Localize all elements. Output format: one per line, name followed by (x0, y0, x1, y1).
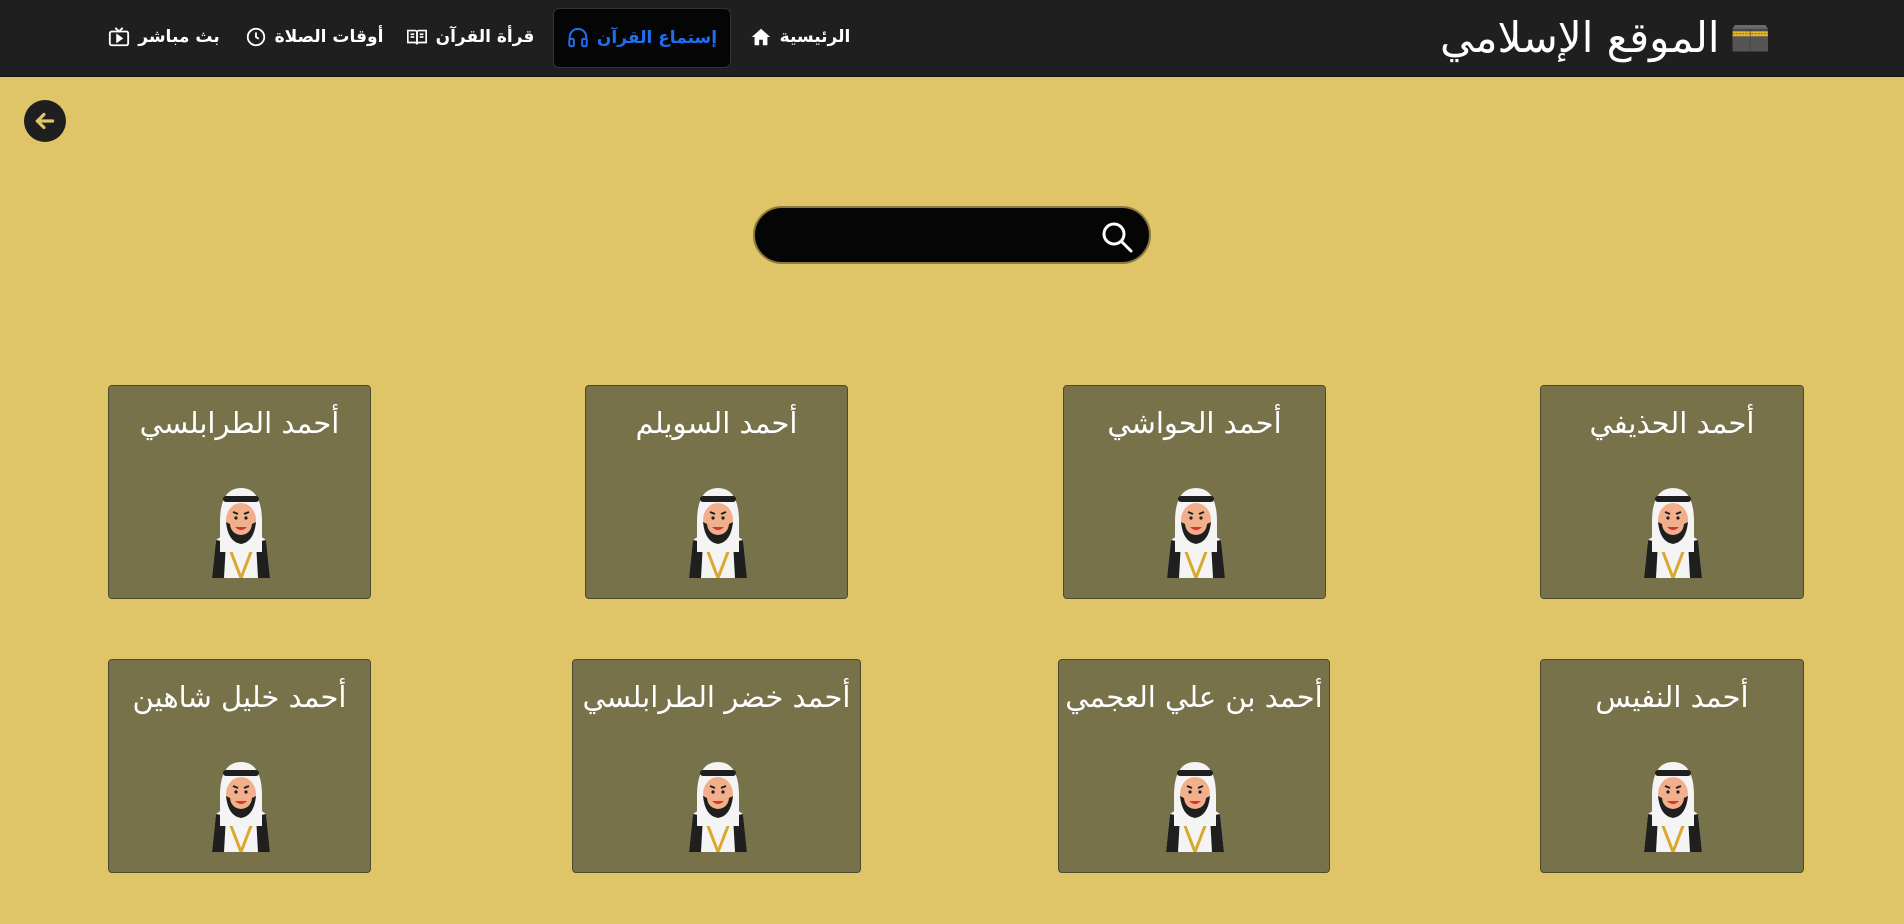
kaaba-icon (1732, 25, 1768, 52)
reciter-avatar (1160, 756, 1230, 857)
nav-live-stream[interactable]: بث مباشر (104, 8, 224, 66)
nav-prayer-times-label: أوقات الصلاة (274, 27, 384, 47)
back-button[interactable] (24, 100, 66, 142)
headphones-icon (568, 27, 588, 48)
clock-icon (246, 27, 265, 47)
reciter-card[interactable]: أحمد السويلم (585, 385, 848, 599)
reciter-avatar (683, 756, 753, 857)
site-brand[interactable]: الموقع الإسلامي (1440, 6, 1770, 68)
reciter-name: أحمد الحواشي (1107, 406, 1282, 440)
search-bar (753, 206, 1151, 264)
reciter-card[interactable]: أحمد الطرابلسي (108, 385, 371, 599)
reciter-avatar (1638, 482, 1708, 583)
reciter-name: أحمد خضر الطرابلسي (582, 680, 851, 714)
reciter-name: أحمد الحذيفي (1589, 406, 1755, 440)
reciter-card[interactable]: أحمد الحذيفي (1540, 385, 1804, 599)
nav-home-label: الرئيسية (779, 27, 851, 47)
top-navbar: الموقع الإسلامي الرئيسية إستماع القرآن ق… (0, 0, 1904, 77)
nav-home[interactable]: الرئيسية (740, 8, 860, 66)
reciter-name: أحمد السويلم (635, 406, 798, 440)
reciter-avatar (1161, 482, 1231, 583)
search-input[interactable] (775, 216, 1079, 256)
reciter-name: أحمد خليل شاهين (132, 680, 347, 714)
reciter-avatar (206, 482, 276, 583)
reciter-card[interactable]: أحمد بن علي العجمي (1058, 659, 1330, 873)
reciter-card[interactable]: أحمد خليل شاهين (108, 659, 371, 873)
reciter-avatar (683, 482, 753, 583)
reciter-name: أحمد الطرابلسي (139, 406, 340, 440)
reciter-card[interactable]: أحمد النفيس (1540, 659, 1804, 873)
nav-read-quran[interactable]: قرأة القرآن (400, 8, 540, 66)
book-icon (406, 29, 427, 45)
home-icon (751, 28, 770, 46)
reciter-avatar (206, 756, 276, 857)
site-title: الموقع الإسلامي (1440, 12, 1720, 62)
arrow-left-icon (35, 112, 55, 130)
reciter-name: أحمد النفيس (1595, 680, 1749, 714)
nav-read-quran-label: قرأة القرآن (435, 27, 535, 47)
reciter-name: أحمد بن علي العجمي (1065, 680, 1323, 714)
tv-icon (109, 27, 130, 47)
nav-listen-quran[interactable]: إستماع القرآن (553, 8, 731, 68)
reciter-card[interactable]: أحمد خضر الطرابلسي (572, 659, 861, 873)
reciter-avatar (1638, 756, 1708, 857)
nav-live-stream-label: بث مباشر (138, 27, 220, 47)
search-icon[interactable] (1100, 220, 1134, 254)
nav-listen-quran-label: إستماع القرآن (596, 28, 718, 48)
reciter-card[interactable]: أحمد الحواشي (1063, 385, 1326, 599)
nav-prayer-times[interactable]: أوقات الصلاة (244, 8, 384, 66)
